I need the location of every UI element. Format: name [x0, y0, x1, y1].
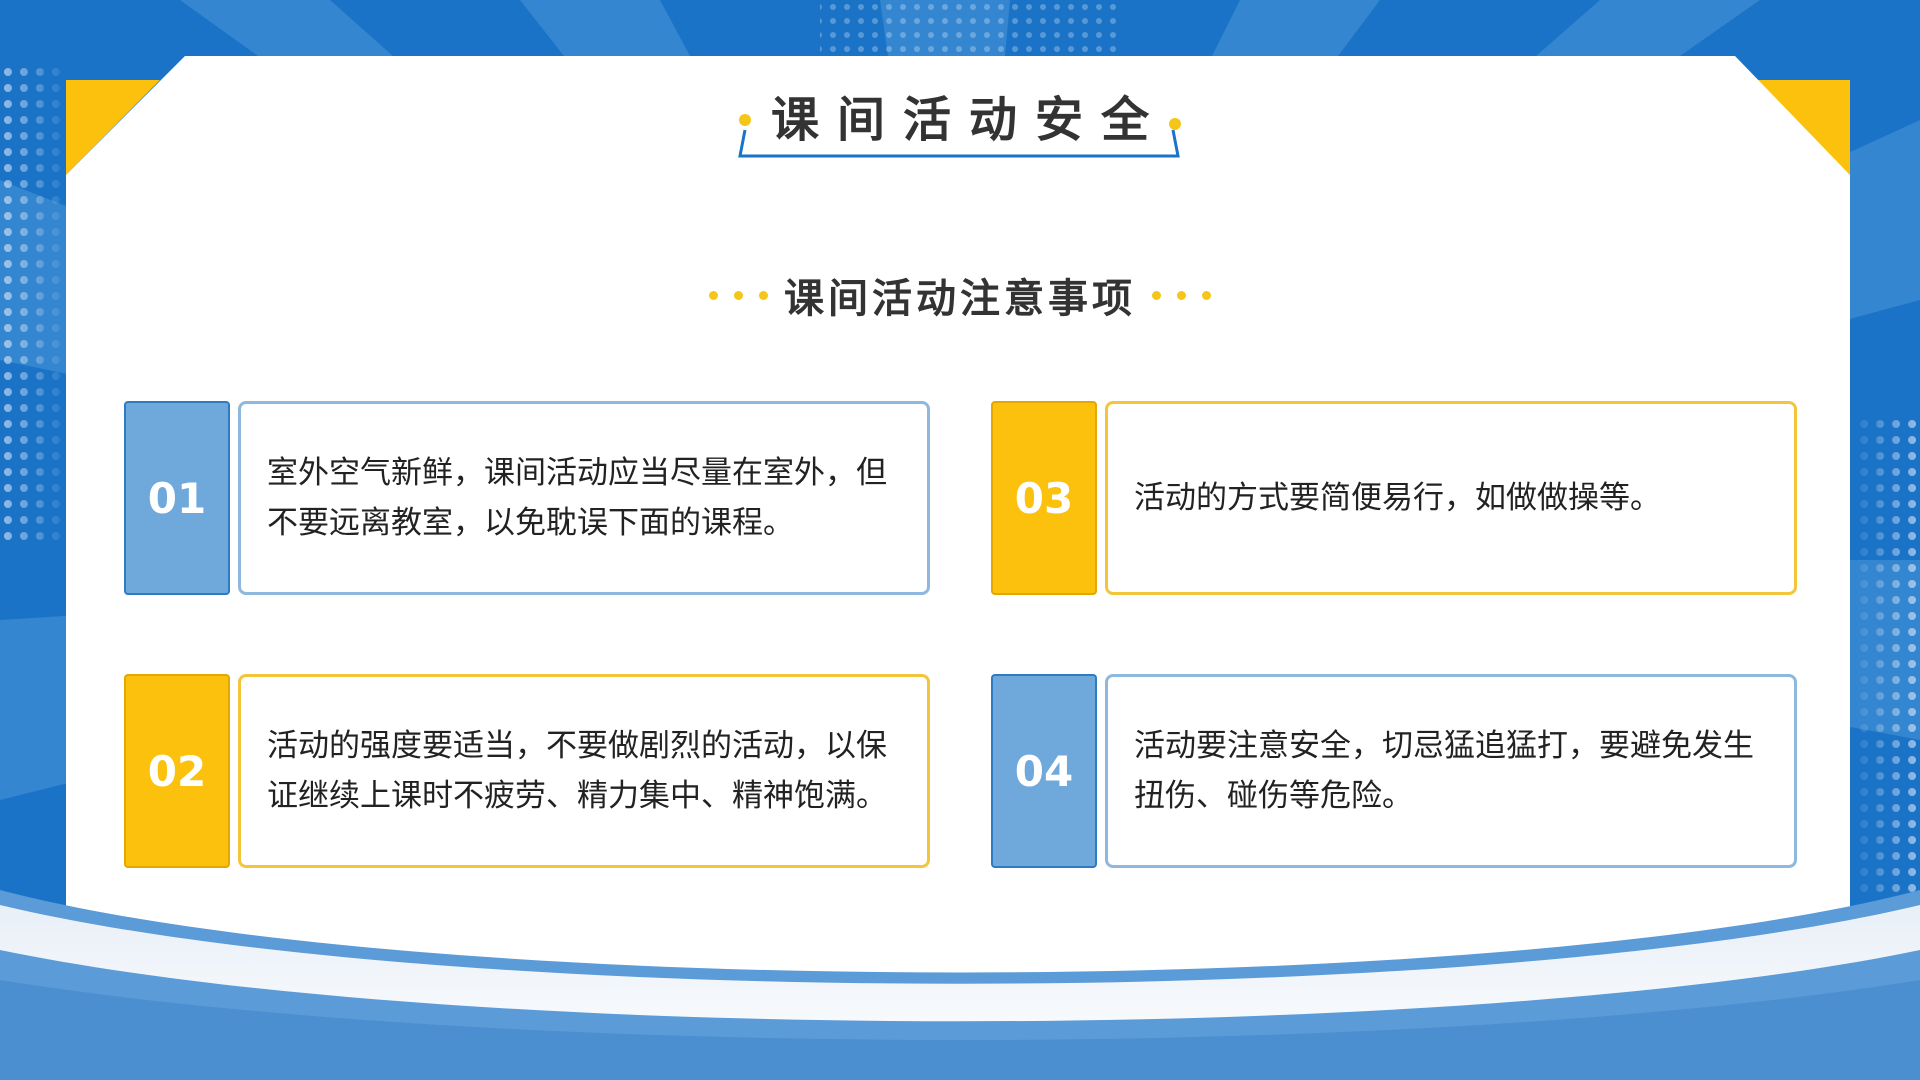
dot	[1177, 290, 1186, 300]
note-item-02: 02 活动的强度要适当，不要做剧烈的活动，以保证继续上课时不疲劳、精力集中、精神…	[124, 674, 930, 870]
item-number-badge: 04	[991, 674, 1097, 868]
note-item-04: 04 活动要注意安全，切忌猛追猛打，要避免发生扭伤、碰伤等危险。	[991, 674, 1797, 870]
item-number-badge: 01	[124, 401, 230, 595]
subtitle-text: 课间活动注意事项	[784, 276, 1136, 322]
item-text: 活动要注意安全，切忌猛追猛打，要避免发生扭伤、碰伤等危险。	[1105, 674, 1797, 868]
dot	[1202, 290, 1211, 300]
item-number-badge: 02	[124, 674, 230, 868]
item-text: 室外空气新鲜，课间活动应当尽量在室外，但不要远离教室，以免耽误下面的课程。	[238, 401, 930, 595]
item-number-badge: 03	[991, 401, 1097, 595]
subtitle-dots-right	[1152, 290, 1211, 300]
page-title: 课间活动安全	[770, 92, 1167, 148]
dot	[709, 290, 718, 300]
item-text: 活动的方式要简便易行，如做做操等。	[1105, 401, 1797, 595]
section-subtitle: 课间活动注意事项	[660, 265, 1260, 325]
dot	[1152, 290, 1161, 300]
note-item-01: 01 室外空气新鲜，课间活动应当尽量在室外，但不要远离教室，以免耽误下面的课程。	[124, 401, 930, 597]
page-title-group: 课间活动安全	[735, 88, 1185, 158]
item-text: 活动的强度要适当，不要做剧烈的活动，以保证继续上课时不疲劳、精力集中、精神饱满。	[238, 674, 930, 868]
dot	[759, 290, 768, 300]
dot	[734, 290, 743, 300]
subtitle-dots-left	[709, 290, 768, 300]
note-item-03: 03 活动的方式要简便易行，如做做操等。	[991, 401, 1797, 597]
